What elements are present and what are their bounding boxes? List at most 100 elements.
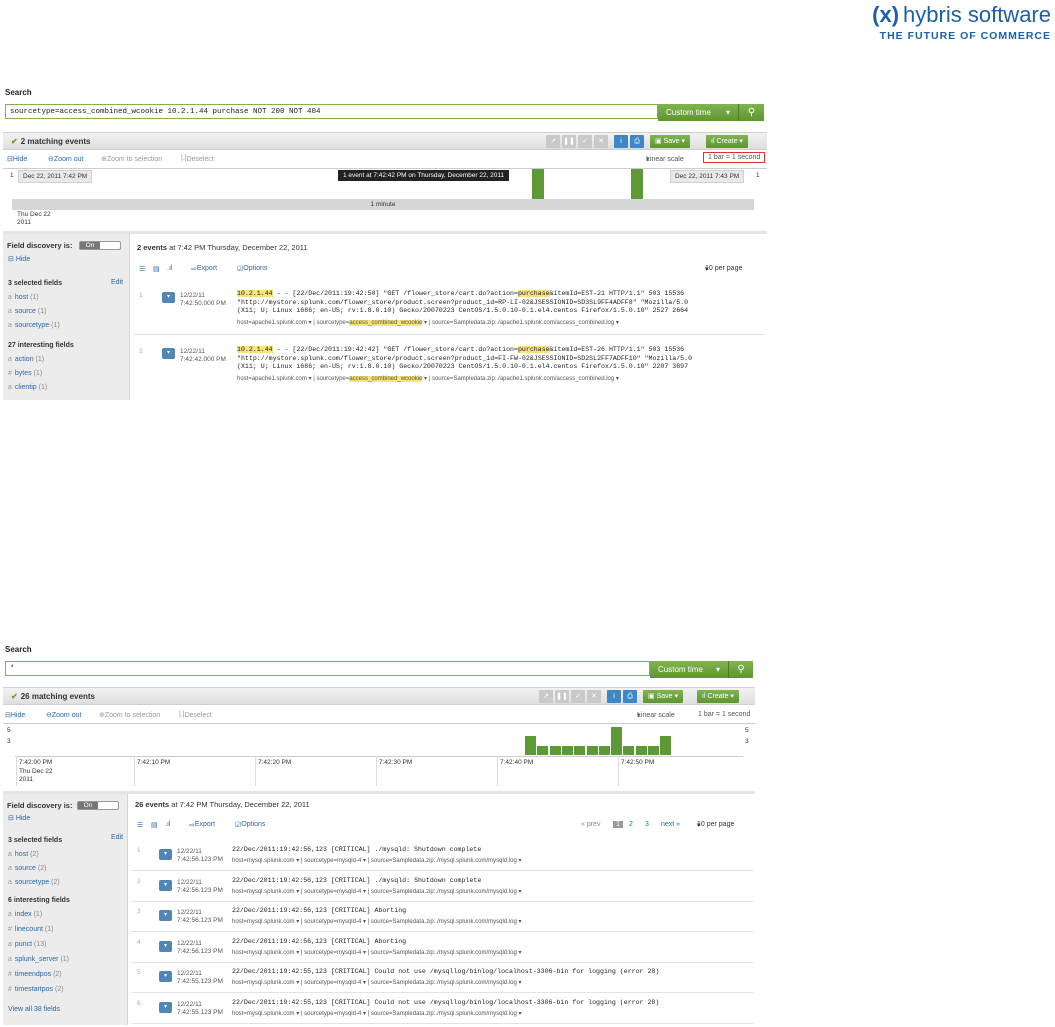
timeline-hide-link[interactable]: ⊟ Hide	[7, 155, 27, 163]
meta-sourcetype[interactable]: sourcetype=mysqld-4	[304, 950, 361, 956]
edit-fields-link[interactable]: Edit	[111, 834, 123, 841]
timeline-bar[interactable]	[537, 745, 549, 755]
custom-time-button[interactable]: Custom time ▾	[658, 104, 738, 121]
linear-scale-dropdown[interactable]: Linear scale ▾	[637, 711, 675, 719]
page-1[interactable]: 1	[613, 821, 623, 828]
options-link[interactable]: ☑ Options	[235, 821, 265, 829]
edit-fields-link[interactable]: Edit	[111, 279, 123, 286]
arrow-icon[interactable]: ↗	[546, 135, 560, 148]
field-action[interactable]: a action (1)	[8, 356, 44, 363]
search-input[interactable]: sourcetype=access_combined_wcookie 10.2.…	[5, 104, 658, 119]
info-icon[interactable]: i	[607, 690, 621, 703]
field-punct[interactable]: a punct (13)	[8, 941, 46, 948]
timeline-bar[interactable]	[532, 169, 544, 199]
timeline-bar[interactable]	[611, 726, 623, 755]
meta-sourcetype[interactable]: sourcetype=mysqld-4	[304, 889, 361, 895]
expand-arrow-icon[interactable]: ▾	[159, 940, 172, 952]
expand-arrow-icon[interactable]: ▾	[159, 879, 172, 891]
meta-sourcetype[interactable]: access_combined_wcookie	[349, 320, 423, 326]
linear-scale-dropdown[interactable]: Linear scale ▾	[646, 155, 684, 163]
timeline-bar[interactable]	[635, 745, 647, 755]
meta-sourcetype[interactable]: sourcetype=mysqld-4	[304, 919, 361, 925]
info-icon[interactable]: i	[614, 135, 628, 148]
meta-source[interactable]: source=Sampledata.zip:./apache1.splunk.c…	[432, 376, 614, 382]
arrow-icon[interactable]: ↗	[539, 690, 553, 703]
meta-source[interactable]: source=Sampledata.zip:./mysql.splunk.com…	[371, 980, 517, 986]
page-3[interactable]: 3	[645, 821, 649, 828]
chart-view-icon[interactable]: .ıl	[167, 265, 172, 272]
finalize-icon[interactable]: ✓	[578, 135, 592, 148]
meta-host[interactable]: host=mysql.splunk.com	[232, 980, 295, 986]
timeline-bar[interactable]	[648, 745, 659, 755]
field-source[interactable]: a source (1)	[8, 308, 46, 315]
finalize-icon[interactable]: ✓	[571, 690, 585, 703]
expand-arrow-icon[interactable]: ▾	[159, 1001, 172, 1013]
expand-arrow-icon[interactable]: ▾	[159, 910, 172, 921]
save-button[interactable]: ▣ Save ▾	[643, 690, 684, 703]
field-source[interactable]: a source (2)	[8, 865, 46, 872]
table-view-icon[interactable]: ▤	[151, 821, 158, 829]
meta-host[interactable]: host=mysql.splunk.com	[232, 919, 295, 925]
meta-host[interactable]: host=mysql.splunk.com	[232, 889, 295, 895]
per-page-dropdown[interactable]: 10 per page ▾	[705, 265, 742, 273]
meta-source[interactable]: source=Sampledata.zip:./mysql.splunk.com…	[371, 1011, 517, 1017]
zoom-out-link[interactable]: ⊖ Zoom out	[48, 155, 83, 163]
timeline-bar[interactable]	[660, 736, 672, 755]
meta-host[interactable]: host=apache1.splunk.com	[237, 320, 307, 326]
search-button[interactable]: ⚲	[738, 104, 764, 121]
list-view-icon[interactable]: ☰	[139, 265, 145, 273]
meta-sourcetype[interactable]: sourcetype=mysqld-4	[304, 1011, 361, 1017]
timeline-bar[interactable]	[561, 745, 573, 755]
timeline-chart[interactable]: 5 3 5 3 7:42:00 PM 7:42:10 PM 7:42:20 PM 7:…	[3, 723, 755, 790]
zoom-out-link[interactable]: ⊖ Zoom out	[46, 711, 81, 719]
meta-source[interactable]: source=Sampledata.zip:./mysql.splunk.com…	[371, 889, 517, 895]
prev-page-link[interactable]: « prev	[581, 821, 600, 828]
field-sourcetype[interactable]: a sourcetype (2)	[8, 879, 60, 886]
field-host[interactable]: a host (2)	[8, 851, 39, 858]
print-icon[interactable]: ⎙	[630, 135, 644, 148]
options-link[interactable]: ☑ Options	[237, 265, 267, 273]
timeline-chart[interactable]: 1 1 Dec 22, 2011 7:42 PM 1 event at 7:42…	[3, 168, 767, 233]
print-icon[interactable]: ⎙	[623, 690, 637, 703]
meta-host[interactable]: host=mysql.splunk.com	[232, 858, 295, 864]
cancel-icon[interactable]: ✕	[594, 135, 608, 148]
zoom-selection-link[interactable]: ⊕ Zoom to selection	[99, 711, 160, 719]
expand-arrow-icon[interactable]: ▾	[162, 292, 175, 303]
cancel-icon[interactable]: ✕	[587, 690, 601, 703]
meta-source[interactable]: source=Sampledata.zip:./mysql.splunk.com…	[371, 858, 517, 864]
timeline-bar[interactable]	[598, 745, 610, 755]
search-button[interactable]: ⚲	[728, 661, 753, 678]
deselect-link[interactable]: |.| Deselect	[181, 155, 214, 163]
next-page-link[interactable]: next »	[661, 821, 680, 828]
field-timestartpos[interactable]: # timestartpos (2)	[8, 986, 64, 993]
create-button[interactable]: ıl Create ▾	[706, 135, 748, 148]
sidebar-hide-link[interactable]: ⊟ Hide	[8, 255, 30, 263]
create-button[interactable]: ıl Create ▾	[697, 690, 739, 703]
pause-icon[interactable]: ❚❚	[562, 135, 576, 148]
timeline-bar[interactable]	[586, 745, 598, 755]
field-host[interactable]: a host (1)	[8, 294, 39, 301]
timeline-bar[interactable]	[525, 736, 536, 755]
save-button[interactable]: ▣ Save ▾	[650, 135, 691, 148]
field-discovery-toggle[interactable]: On	[77, 801, 119, 810]
deselect-link[interactable]: |.| Deselect	[179, 711, 212, 719]
timeline-bar[interactable]	[631, 169, 643, 199]
table-view-icon[interactable]: ▤	[153, 265, 160, 273]
meta-sourcetype[interactable]: sourcetype=mysqld-4	[304, 980, 361, 986]
list-view-icon[interactable]: ☰	[137, 821, 143, 829]
per-page-dropdown[interactable]: 10 per page ▾	[697, 821, 734, 829]
timeline-bar[interactable]	[549, 745, 561, 755]
meta-source[interactable]: source=Sampledata.zip:./mysql.splunk.com…	[371, 950, 517, 956]
meta-source[interactable]: source=Sampledata.zip:./apache1.splunk.c…	[432, 320, 614, 326]
custom-time-button[interactable]: Custom time ▾	[650, 661, 728, 678]
zoom-selection-link[interactable]: ⊕ Zoom to selection	[101, 155, 162, 163]
page-2[interactable]: 2	[629, 821, 633, 828]
chart-view-icon[interactable]: .ıl	[165, 821, 170, 828]
meta-source[interactable]: source=Sampledata.zip:./mysql.splunk.com…	[371, 919, 517, 925]
field-splunk-server[interactable]: a splunk_server (1)	[8, 956, 69, 963]
field-discovery-toggle[interactable]: On	[79, 241, 121, 250]
meta-host[interactable]: host=mysql.splunk.com	[232, 1011, 295, 1017]
expand-arrow-icon[interactable]: ▾	[159, 849, 172, 860]
field-index[interactable]: a index (1)	[8, 911, 42, 918]
search-input[interactable]: *	[5, 661, 650, 676]
